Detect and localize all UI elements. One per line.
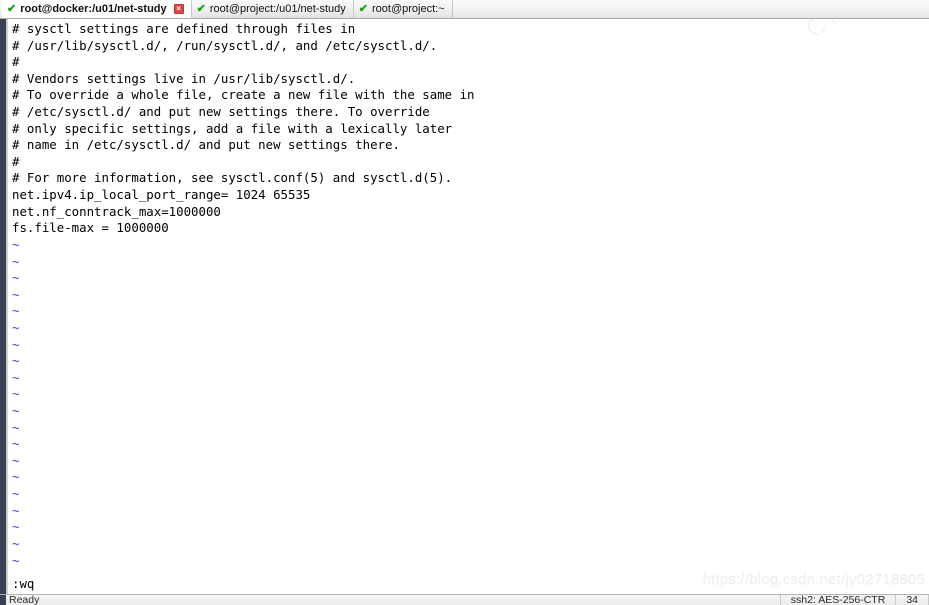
vim-text-line: # /etc/sysctl.d/ and put new settings th… (12, 104, 430, 120)
vim-text-line: # sysctl settings are defined through fi… (12, 21, 356, 36)
vim-text-line: # Vendors settings live in /usr/lib/sysc… (12, 70, 356, 86)
vim-command-line-row[interactable]: :wq (8, 574, 929, 594)
vim-empty-line-marker: ~ (12, 270, 20, 286)
vim-empty-line-marker: ~ (12, 286, 20, 302)
tab-bar: ✔ root@docker:/u01/net-study × ✔ root@pr… (0, 0, 929, 19)
vim-text-line: net.ipv4.ip_local_port_range= 1024 65535 (12, 187, 311, 203)
status-bar-position: 34 (906, 594, 918, 605)
terminal-body[interactable]: # sysctl settings are defined through fi… (0, 19, 929, 594)
status-bar-left-edge (0, 595, 6, 605)
vim-empty-line-marker: ~ (12, 519, 20, 535)
tab-root-project-home[interactable]: ✔ root@project:~ (353, 0, 453, 18)
tab-connected-check-icon: ✔ (196, 2, 206, 15)
status-bar: Ready ssh2: AES-256-CTR 34 (0, 594, 929, 605)
tab-label: root@project:/u01/net-study (209, 2, 346, 15)
vim-empty-line-marker: ~ (12, 486, 20, 502)
vim-empty-line-marker: ~ (12, 386, 20, 402)
vim-text-line: # For more information, see sysctl.conf(… (12, 170, 453, 186)
vim-empty-line-marker: ~ (12, 535, 20, 551)
vim-empty-line-marker: ~ (12, 419, 20, 435)
vim-command-line: :wq (12, 575, 35, 591)
vim-empty-line-marker: ~ (12, 236, 20, 252)
vim-empty-line-marker: ~ (12, 369, 20, 385)
tab-connected-check-icon: ✔ (358, 2, 368, 15)
vim-text-line: fs.file-max = 1000000 (12, 220, 169, 236)
tab-root-docker-net-study[interactable]: ✔ root@docker:/u01/net-study × (2, 0, 192, 18)
tab-root-project-net-study[interactable]: ✔ root@project:/u01/net-study (191, 0, 354, 18)
vim-text-line: # only specific settings, add a file wit… (12, 120, 453, 136)
terminal-window: ✔ root@docker:/u01/net-study × ✔ root@pr… (0, 0, 929, 605)
vim-empty-line-marker: ~ (12, 353, 20, 369)
vim-text-line: # /usr/lib/sysctl.d/, /run/sysctl.d/, an… (12, 37, 438, 53)
vim-empty-line-marker: ~ (12, 403, 20, 419)
tab-connected-check-icon: ✔ (7, 2, 17, 15)
vim-empty-line-markers: ~ ~ ~ ~ ~ ~ ~ ~ ~ ~ ~ ~ ~ ~ ~ ~ ~ ~ ~ ~ (8, 237, 929, 569)
vim-text-line: # (12, 54, 20, 70)
vim-empty-line-marker: ~ (12, 319, 20, 335)
vim-empty-line-marker: ~ (12, 469, 20, 485)
tab-close-icon[interactable]: × (173, 4, 184, 14)
vim-empty-line-marker: ~ (12, 502, 20, 518)
tab-label: root@docker:/u01/net-study (20, 2, 167, 15)
vim-empty-line-marker: ~ (12, 452, 20, 468)
vim-editor-screen[interactable]: # sysctl settings are defined through fi… (8, 19, 929, 594)
vim-text-line: # (12, 153, 20, 169)
vim-text-line: # To override a whole file, create a new… (12, 87, 475, 103)
status-bar-cipher: ssh2: AES-256-CTR (790, 594, 886, 605)
tab-bar-empty-area (452, 0, 929, 18)
vim-empty-line-marker: ~ (12, 552, 20, 568)
tab-label: root@project:~ (371, 2, 445, 15)
vim-text-line: net.nf_conntrack_max=1000000 (12, 203, 221, 219)
vim-empty-line-marker: ~ (12, 253, 20, 269)
vim-empty-line-marker: ~ (12, 336, 20, 352)
vim-text-line: # name in /etc/sysctl.d/ and put new set… (12, 137, 400, 153)
vim-empty-line-marker: ~ (12, 436, 20, 452)
vim-empty-line-marker: ~ (12, 303, 20, 319)
vim-text-lines: # sysctl settings are defined through fi… (8, 21, 929, 237)
